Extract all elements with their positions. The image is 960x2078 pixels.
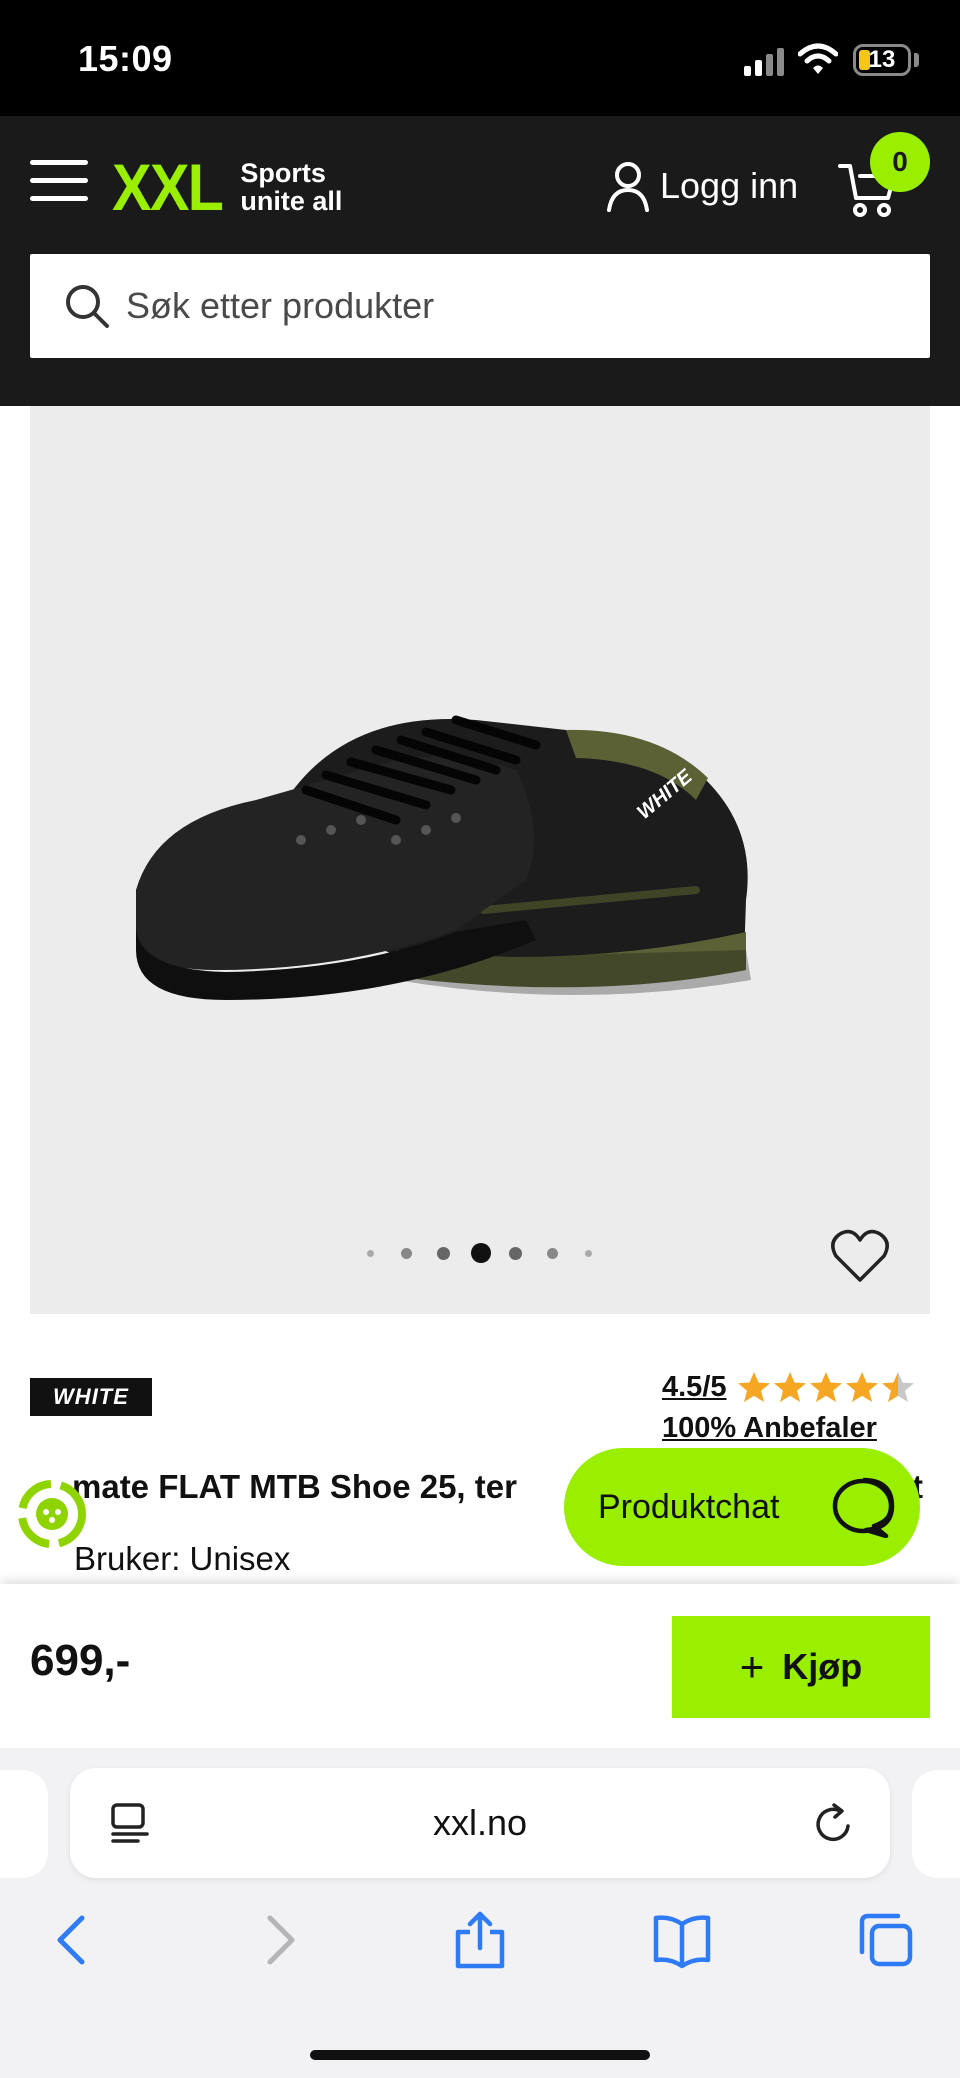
chat-icon bbox=[832, 1477, 895, 1538]
search-icon bbox=[66, 285, 109, 328]
tabs-icon[interactable] bbox=[856, 1910, 916, 1970]
product-rating[interactable]: 4.5/5 bbox=[662, 1370, 917, 1404]
gallery-dot[interactable] bbox=[401, 1248, 412, 1259]
menu-icon[interactable] bbox=[30, 160, 88, 202]
logo-wordmark: XXL bbox=[112, 150, 224, 224]
login-button[interactable]: Logg inn bbox=[606, 156, 798, 216]
rating-stars bbox=[737, 1370, 917, 1404]
previous-tab-preview[interactable] bbox=[0, 1770, 48, 1878]
battery-level: 13 bbox=[868, 46, 896, 73]
status-bar: 15:09 13 bbox=[0, 0, 960, 116]
logo-tagline-line2: unite all bbox=[240, 186, 343, 216]
wifi-icon bbox=[798, 43, 838, 74]
forward-icon[interactable] bbox=[250, 1910, 310, 1970]
address-bar[interactable]: xxl.no bbox=[70, 1768, 890, 1878]
star-icon bbox=[809, 1372, 842, 1402]
gallery-dot[interactable] bbox=[367, 1250, 374, 1257]
gallery-dot[interactable] bbox=[585, 1250, 592, 1257]
reload-icon[interactable] bbox=[814, 1802, 854, 1844]
star-half-icon bbox=[881, 1372, 914, 1402]
gallery-dot[interactable] bbox=[509, 1247, 522, 1260]
search-placeholder: Søk etter produkter bbox=[126, 285, 435, 326]
share-icon[interactable] bbox=[450, 1910, 510, 1970]
brand-logo[interactable]: WHITE bbox=[30, 1378, 152, 1416]
star-icon bbox=[773, 1372, 806, 1402]
product-image-gallery[interactable]: WHITE bbox=[30, 406, 930, 1314]
gallery-pagination bbox=[30, 1242, 930, 1263]
produktchat-button[interactable]: Produktchat bbox=[564, 1448, 920, 1566]
browser-toolbar bbox=[0, 1910, 960, 1990]
chat-widget-icon[interactable] bbox=[18, 1480, 86, 1548]
page: 15:09 13 XXL Sports unite all Logg inn 0… bbox=[0, 0, 960, 2078]
site-header: XXL Sports unite all Logg inn 0 Søk ette… bbox=[0, 116, 960, 406]
cellular-signal-icon bbox=[744, 48, 784, 76]
star-icon bbox=[737, 1372, 770, 1402]
logo-tagline: Sports unite all bbox=[240, 159, 342, 215]
home-indicator bbox=[310, 2050, 650, 2060]
produktchat-label: Produktchat bbox=[598, 1487, 780, 1526]
star-icon bbox=[845, 1372, 878, 1402]
buy-bar: 699,- + Kjøp bbox=[0, 1584, 960, 1748]
back-icon[interactable] bbox=[42, 1910, 102, 1970]
next-tab-preview[interactable] bbox=[912, 1770, 960, 1878]
url-text: xxl.no bbox=[432, 1802, 528, 1843]
product-photo: WHITE bbox=[136, 715, 751, 1000]
gallery-dot-active[interactable] bbox=[471, 1243, 491, 1263]
buy-label: Kjøp bbox=[782, 1646, 863, 1687]
user-icon bbox=[607, 162, 649, 212]
gallery-dot[interactable] bbox=[547, 1248, 558, 1259]
browser-chrome: xxl.no bbox=[0, 1748, 960, 2078]
buy-button[interactable]: + Kjøp bbox=[672, 1616, 930, 1718]
logo-tagline-line1: Sports bbox=[240, 158, 326, 188]
battery-tip bbox=[914, 53, 919, 67]
battery-icon: 13 bbox=[853, 44, 911, 76]
rating-value[interactable]: 4.5/5 bbox=[662, 1371, 727, 1404]
status-time: 15:09 bbox=[78, 38, 173, 79]
product-user: Bruker: Unisex bbox=[74, 1540, 291, 1577]
login-label: Logg inn bbox=[660, 165, 799, 206]
recommend-rate[interactable]: 100% Anbefaler bbox=[662, 1412, 877, 1445]
search-input[interactable]: Søk etter produkter bbox=[30, 254, 930, 358]
heart-icon[interactable] bbox=[830, 1228, 890, 1284]
cart-count-badge[interactable]: 0 bbox=[870, 132, 930, 192]
product-price: 699,- bbox=[30, 1636, 131, 1685]
logo[interactable]: XXL Sports unite all bbox=[112, 152, 342, 222]
plus-icon: + bbox=[739, 1643, 765, 1690]
product-title-text: mate FLAT MTB Shoe 25, ter bbox=[72, 1468, 517, 1505]
bookmarks-icon[interactable] bbox=[652, 1910, 712, 1970]
gallery-dot[interactable] bbox=[437, 1247, 450, 1260]
